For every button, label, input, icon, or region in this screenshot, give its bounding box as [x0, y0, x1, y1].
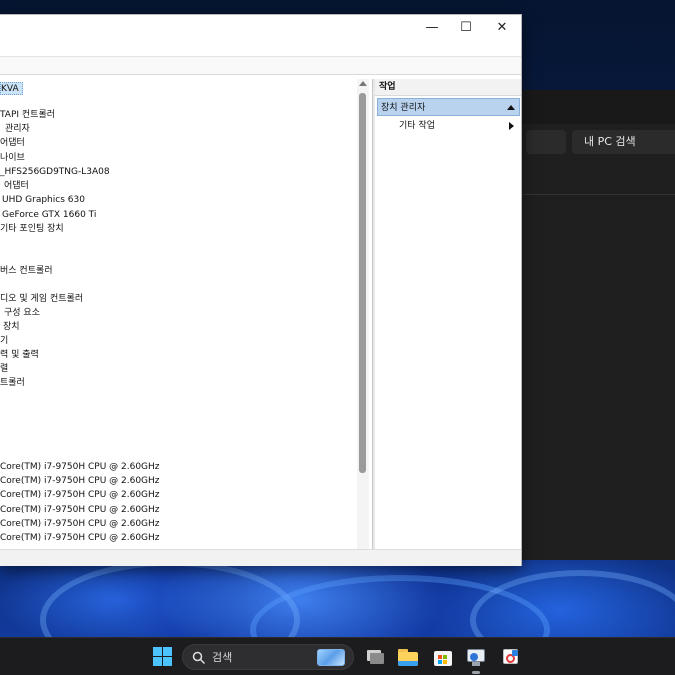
file-explorer-window: 내 PC 검색: [520, 90, 675, 560]
tree-item[interactable]: 어댑터: [0, 137, 25, 150]
taskbar: 검색: [0, 637, 675, 675]
close-button[interactable]: ✕: [483, 15, 521, 39]
windows-start-icon[interactable]: [152, 646, 174, 668]
tree-item[interactable]: TAPI 컨트롤러: [0, 109, 55, 122]
file-explorer-icon[interactable]: [397, 646, 419, 668]
actions-header: 작업: [375, 79, 521, 96]
actions-pane: 작업 장치 관리자 기타 작업: [375, 79, 521, 549]
processor-item[interactable]: Core(TM) i7-9750H CPU @ 2.60GHz: [0, 518, 160, 531]
tree-item[interactable]: GeForce GTX 1660 Ti: [2, 209, 96, 222]
tree-item[interactable]: 력 및 출력: [0, 349, 39, 362]
menu-bar[interactable]: [0, 39, 521, 57]
minimize-icon: —: [425, 19, 439, 35]
title-bar[interactable]: — ☐ ✕: [0, 15, 521, 39]
explorer-divider: [520, 194, 675, 195]
explorer-search-input[interactable]: 내 PC 검색: [572, 130, 675, 154]
tree-item[interactable]: 버스 컨트롤러: [0, 265, 53, 278]
tree-item[interactable]: 장치: [3, 321, 20, 334]
actions-item-label: 기타 작업: [399, 121, 435, 131]
actions-more-actions[interactable]: 기타 작업: [375, 118, 521, 135]
status-bar: [0, 549, 521, 566]
taskbar-search-box[interactable]: 검색: [182, 644, 354, 670]
toolbar[interactable]: [0, 57, 521, 75]
search-icon: [192, 651, 206, 665]
submenu-arrow-icon: [509, 122, 514, 130]
processor-item[interactable]: Core(TM) i7-9750H CPU @ 2.60GHz: [0, 475, 160, 488]
collapse-up-icon[interactable]: [507, 105, 515, 110]
tree-root-computer[interactable]: KVA: [0, 82, 23, 95]
tree-item[interactable]: 나이브: [0, 152, 25, 165]
explorer-toolbar: [520, 90, 675, 124]
scroll-up-icon[interactable]: [359, 81, 367, 86]
explorer-address-bar[interactable]: [526, 130, 566, 154]
processor-item[interactable]: Core(TM) i7-9750H CPU @ 2.60GHz: [0, 461, 160, 474]
tree-item[interactable]: 구성 요소: [4, 307, 40, 320]
tree-item[interactable]: 기타 포인팅 장치: [0, 223, 64, 236]
tree-item[interactable]: 렬: [0, 363, 8, 376]
tree-scrollbar[interactable]: [357, 79, 369, 549]
scrollbar-thumb[interactable]: [359, 93, 366, 473]
task-view-icon[interactable]: [364, 646, 386, 668]
device-manager-window: — ☐ ✕ KVA TAPI 컨트롤러 관리자 어댑터 나이브 _HFS256G…: [0, 14, 522, 566]
processor-item[interactable]: Core(TM) i7-9750H CPU @ 2.60GHz: [0, 504, 160, 517]
search-highlight-image: [317, 649, 345, 666]
maximize-button[interactable]: ☐: [447, 15, 485, 39]
tree-item[interactable]: 트롤러: [0, 377, 25, 390]
tree-item[interactable]: UHD Graphics 630: [2, 194, 85, 207]
device-manager-icon[interactable]: [465, 646, 487, 668]
actions-section-device-manager[interactable]: 장치 관리자: [377, 98, 520, 116]
close-icon: ✕: [496, 19, 508, 35]
microsoft-store-icon[interactable]: [432, 646, 454, 668]
processor-item[interactable]: Core(TM) i7-9750H CPU @ 2.60GHz: [0, 489, 160, 502]
tree-item[interactable]: 기: [0, 335, 8, 348]
actions-section-label: 장치 관리자: [381, 103, 426, 113]
tree-item[interactable]: _HFS256GD9TNG-L3A08: [0, 166, 110, 179]
tree-item[interactable]: 디오 및 게임 컨트롤러: [0, 293, 83, 306]
maximize-icon: ☐: [460, 19, 472, 35]
active-app-indicator: [472, 671, 480, 674]
device-tree[interactable]: KVA TAPI 컨트롤러 관리자 어댑터 나이브 _HFS256GD9TNG-…: [0, 79, 370, 549]
processor-item[interactable]: Core(TM) i7-9750H CPU @ 2.60GHz: [0, 532, 160, 545]
minimize-button[interactable]: —: [413, 15, 451, 39]
taskbar-search-label: 검색: [212, 651, 233, 664]
tree-item[interactable]: 어댑터: [4, 180, 29, 193]
snipping-tool-icon[interactable]: [500, 646, 522, 668]
tree-item[interactable]: 관리자: [5, 123, 30, 136]
